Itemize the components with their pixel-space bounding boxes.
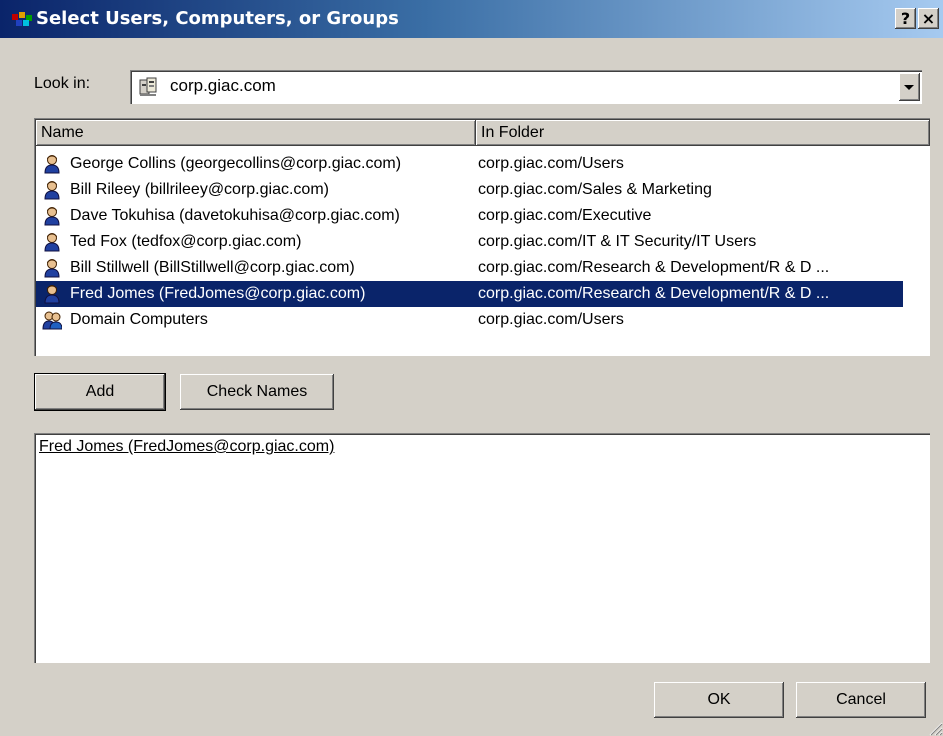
list-item[interactable]: Fred Jomes (FredJomes@corp.giac.com) corp…: [36, 281, 903, 307]
list-item-name: Bill Rileey (billrileey@corp.giac.com): [70, 181, 329, 198]
check-names-button[interactable]: Check Names: [180, 374, 334, 410]
user-icon: [42, 206, 62, 226]
list-item-folder: corp.giac.com/Research & Development/R &…: [478, 285, 830, 302]
user-icon: [42, 180, 62, 200]
group-icon: [42, 310, 63, 330]
title-bar[interactable]: Select Users, Computers, or Groups ? ×: [0, 0, 943, 38]
lookin-value: corp.giac.com: [170, 76, 276, 95]
column-header-name[interactable]: Name: [36, 120, 476, 146]
app-icon: [12, 12, 32, 26]
list-item[interactable]: George Collins (georgecollins@corp.giac.…: [36, 151, 903, 177]
user-icon: [42, 154, 62, 174]
cancel-button[interactable]: Cancel: [796, 682, 926, 718]
user-icon: [42, 258, 62, 278]
ok-button[interactable]: OK: [654, 682, 784, 718]
selected-object[interactable]: Fred Jomes (FredJomes@corp.giac.com): [39, 438, 334, 456]
list-item[interactable]: Ted Fox (tedfox@corp.giac.com) corp.giac.…: [36, 229, 903, 255]
domain-icon: [139, 77, 157, 96]
column-header-in-folder[interactable]: In Folder: [476, 120, 930, 146]
list-item[interactable]: Domain Computers corp.giac.com/Users: [36, 307, 903, 333]
user-icon: [42, 284, 62, 304]
lookin-dropdown-button[interactable]: [899, 73, 920, 101]
window-title: Select Users, Computers, or Groups: [36, 8, 399, 29]
list-item[interactable]: Bill Stillwell (BillStillwell@corp.giac.…: [36, 255, 903, 281]
resize-grip-icon[interactable]: [927, 720, 943, 736]
list-item-name: Ted Fox (tedfox@corp.giac.com): [70, 233, 302, 250]
list-item-folder: corp.giac.com/Users: [478, 311, 624, 328]
close-button[interactable]: ×: [918, 8, 939, 29]
list-item-name: Dave Tokuhisa (davetokuhisa@corp.giac.co…: [70, 207, 400, 224]
chevron-down-icon: [904, 85, 914, 90]
selected-objects-box[interactable]: Fred Jomes (FredJomes@corp.giac.com): [34, 433, 930, 663]
list-item[interactable]: Dave Tokuhisa (davetokuhisa@corp.giac.co…: [36, 203, 903, 229]
list-item-name: Bill Stillwell (BillStillwell@corp.giac.…: [70, 259, 355, 276]
lookin-label-text: Look in:: [34, 75, 91, 92]
list-item-folder: corp.giac.com/Research & Development/R &…: [478, 259, 830, 276]
list-item-folder: corp.giac.com/Sales & Marketing: [478, 181, 712, 198]
list-item-name: Fred Jomes (FredJomes@corp.giac.com): [70, 285, 366, 302]
list-item-name: Domain Computers: [70, 311, 208, 328]
help-button[interactable]: ?: [895, 8, 916, 29]
list-item[interactable]: Bill Rileey (billrileey@corp.giac.com) co…: [36, 177, 903, 203]
lookin-combobox[interactable]: corp.giac.com: [130, 70, 922, 104]
list-item-folder: corp.giac.com/IT & IT Security/IT Users: [478, 233, 757, 250]
list-item-name: George Collins (georgecollins@corp.giac.…: [70, 155, 402, 172]
user-icon: [42, 232, 62, 252]
add-button[interactable]: Add: [35, 374, 165, 410]
lookin-label: Look in:: [34, 75, 90, 93]
results-listview[interactable]: Name In Folder George Collins (georgecol…: [34, 118, 930, 356]
list-item-folder: corp.giac.com/Executive: [478, 207, 652, 224]
list-item-folder: corp.giac.com/Users: [478, 155, 624, 172]
